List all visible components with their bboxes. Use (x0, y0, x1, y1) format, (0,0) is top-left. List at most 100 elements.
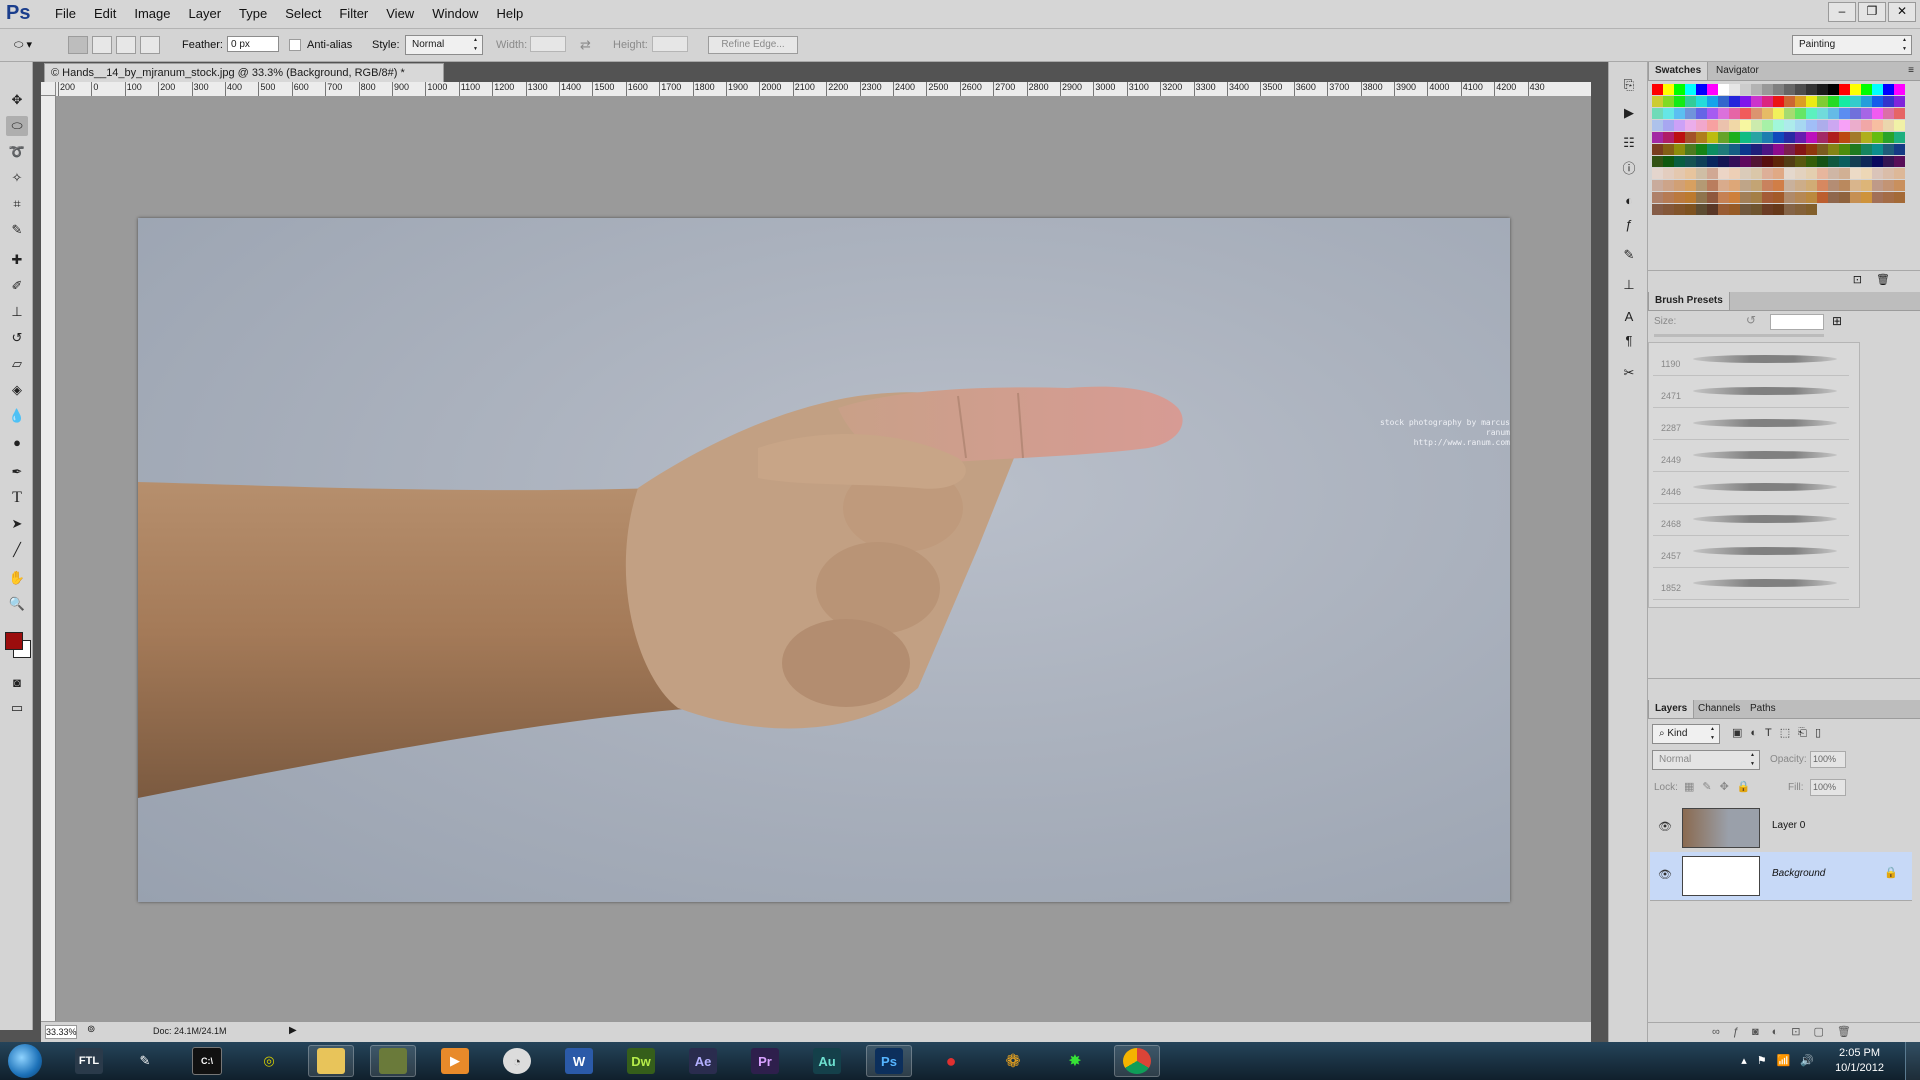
reset-size-icon[interactable]: ↺ (1746, 313, 1756, 327)
eye-icon[interactable]: 👁 (1658, 868, 1672, 881)
color-swatch[interactable] (1872, 180, 1883, 191)
color-swatch[interactable] (1762, 168, 1773, 179)
system-tray-icons[interactable]: ▴⚑📶🔊 (1741, 1054, 1824, 1067)
color-swatch[interactable] (1839, 192, 1850, 203)
color-swatch[interactable] (1817, 168, 1828, 179)
color-swatch[interactable] (1707, 180, 1718, 191)
color-swatch[interactable] (1850, 144, 1861, 155)
color-swatch[interactable] (1696, 192, 1707, 203)
color-swatch[interactable] (1795, 132, 1806, 143)
color-swatch[interactable] (1850, 120, 1861, 131)
color-swatch[interactable] (1795, 168, 1806, 179)
color-swatch[interactable] (1740, 180, 1751, 191)
close-button[interactable]: ✕ (1888, 2, 1916, 22)
tab-brush-presets[interactable]: Brush Presets (1648, 292, 1730, 310)
color-swatch[interactable] (1861, 180, 1872, 191)
color-swatch[interactable] (1652, 108, 1663, 119)
color-swatch[interactable] (1674, 144, 1685, 155)
pen-tool-icon[interactable]: ✒ (6, 462, 28, 482)
color-swatch[interactable] (1883, 84, 1894, 95)
color-swatch[interactable] (1795, 204, 1806, 215)
color-swatch[interactable] (1806, 84, 1817, 95)
color-swatch[interactable] (1729, 132, 1740, 143)
color-swatch[interactable] (1883, 192, 1894, 203)
color-swatch[interactable] (1652, 120, 1663, 131)
color-swatch[interactable] (1674, 168, 1685, 179)
color-swatch[interactable] (1696, 180, 1707, 191)
color-swatch[interactable] (1773, 156, 1784, 167)
move-tool-icon[interactable]: ✥ (6, 90, 28, 110)
brush-preset-item[interactable]: 2287 (1653, 407, 1849, 440)
quick-select-tool-icon[interactable]: ✧ (6, 168, 28, 188)
opacity-input[interactable]: 100% (1810, 751, 1846, 768)
color-swatch[interactable] (1663, 168, 1674, 179)
color-swatch[interactable] (1652, 168, 1663, 179)
marquee-tool-icon[interactable]: ⬭ (6, 116, 28, 136)
color-swatch[interactable] (1850, 180, 1861, 191)
color-swatch[interactable] (1817, 144, 1828, 155)
color-swatch[interactable] (1828, 192, 1839, 203)
color-swatch[interactable] (1707, 168, 1718, 179)
blend-mode-select[interactable]: Normal (1652, 750, 1760, 770)
color-swatch[interactable] (1696, 84, 1707, 95)
marquee-preset-icon[interactable]: ⬭ ▾ (14, 29, 32, 61)
color-swatch[interactable] (1773, 204, 1784, 215)
color-swatch[interactable] (1740, 96, 1751, 107)
delete-swatch-icon[interactable]: 🗑 (1876, 273, 1890, 286)
properties-icon[interactable]: ☷ (1619, 134, 1639, 152)
color-swatch[interactable] (1784, 108, 1795, 119)
color-swatch[interactable] (1784, 120, 1795, 131)
color-swatch[interactable] (1740, 204, 1751, 215)
color-swatch[interactable] (1740, 156, 1751, 167)
color-swatch[interactable] (1861, 132, 1872, 143)
color-swatch[interactable] (1817, 132, 1828, 143)
color-swatch[interactable] (1751, 144, 1762, 155)
color-swatch[interactable] (1696, 156, 1707, 167)
color-swatch[interactable] (1663, 204, 1674, 215)
color-swatch[interactable] (1696, 120, 1707, 131)
layer-footer-icons[interactable]: ∞ƒ◙◐⊡▢🗑 (1712, 1025, 1864, 1038)
color-swatch[interactable] (1872, 192, 1883, 203)
line-tool-icon[interactable]: ╱ (6, 540, 28, 560)
color-swatch[interactable] (1751, 204, 1762, 215)
color-swatch[interactable] (1707, 156, 1718, 167)
hand-tool-icon[interactable]: ✋ (6, 568, 28, 588)
color-swatch[interactable] (1652, 132, 1663, 143)
width-input[interactable] (530, 36, 566, 52)
color-swatch[interactable] (1861, 120, 1872, 131)
color-swatch[interactable] (1663, 132, 1674, 143)
color-swatch[interactable] (1740, 132, 1751, 143)
color-swatch[interactable] (1740, 108, 1751, 119)
color-swatch[interactable] (1894, 120, 1905, 131)
color-swatch[interactable] (1707, 96, 1718, 107)
color-swatch[interactable] (1762, 180, 1773, 191)
color-swatch[interactable] (1806, 168, 1817, 179)
color-swatch[interactable] (1806, 156, 1817, 167)
color-swatch[interactable] (1894, 84, 1905, 95)
color-swatch[interactable] (1894, 108, 1905, 119)
lock-icons[interactable]: ▦✎✥🔒 (1684, 780, 1759, 793)
color-swatch[interactable] (1795, 192, 1806, 203)
color-swatch[interactable] (1861, 168, 1872, 179)
color-swatch[interactable] (1850, 168, 1861, 179)
color-swatch[interactable] (1685, 168, 1696, 179)
swap-icon[interactable]: ⇄ (580, 29, 591, 61)
color-swatch[interactable] (1751, 132, 1762, 143)
color-swatch[interactable] (1718, 144, 1729, 155)
color-swatch[interactable] (1685, 180, 1696, 191)
color-swatch[interactable] (1872, 156, 1883, 167)
fill-input[interactable]: 100% (1810, 779, 1846, 796)
brush-preset-item[interactable]: 2449 (1653, 439, 1849, 472)
brush-preset-item[interactable]: 2457 (1653, 535, 1849, 568)
taskbar-app-tool[interactable] (370, 1045, 416, 1077)
clone-stamp-tool-icon[interactable]: ⊥ (6, 302, 28, 322)
color-swatch[interactable] (1784, 156, 1795, 167)
zoom-tool-icon[interactable]: 🔍 (6, 594, 28, 614)
color-swatch[interactable] (1839, 84, 1850, 95)
color-swatch[interactable] (1674, 120, 1685, 131)
color-swatch[interactable] (1729, 96, 1740, 107)
color-swatch[interactable] (1806, 132, 1817, 143)
color-swatch[interactable] (1817, 120, 1828, 131)
screen-mode-icon[interactable]: ▭ (6, 698, 28, 718)
color-swatch[interactable] (1652, 144, 1663, 155)
